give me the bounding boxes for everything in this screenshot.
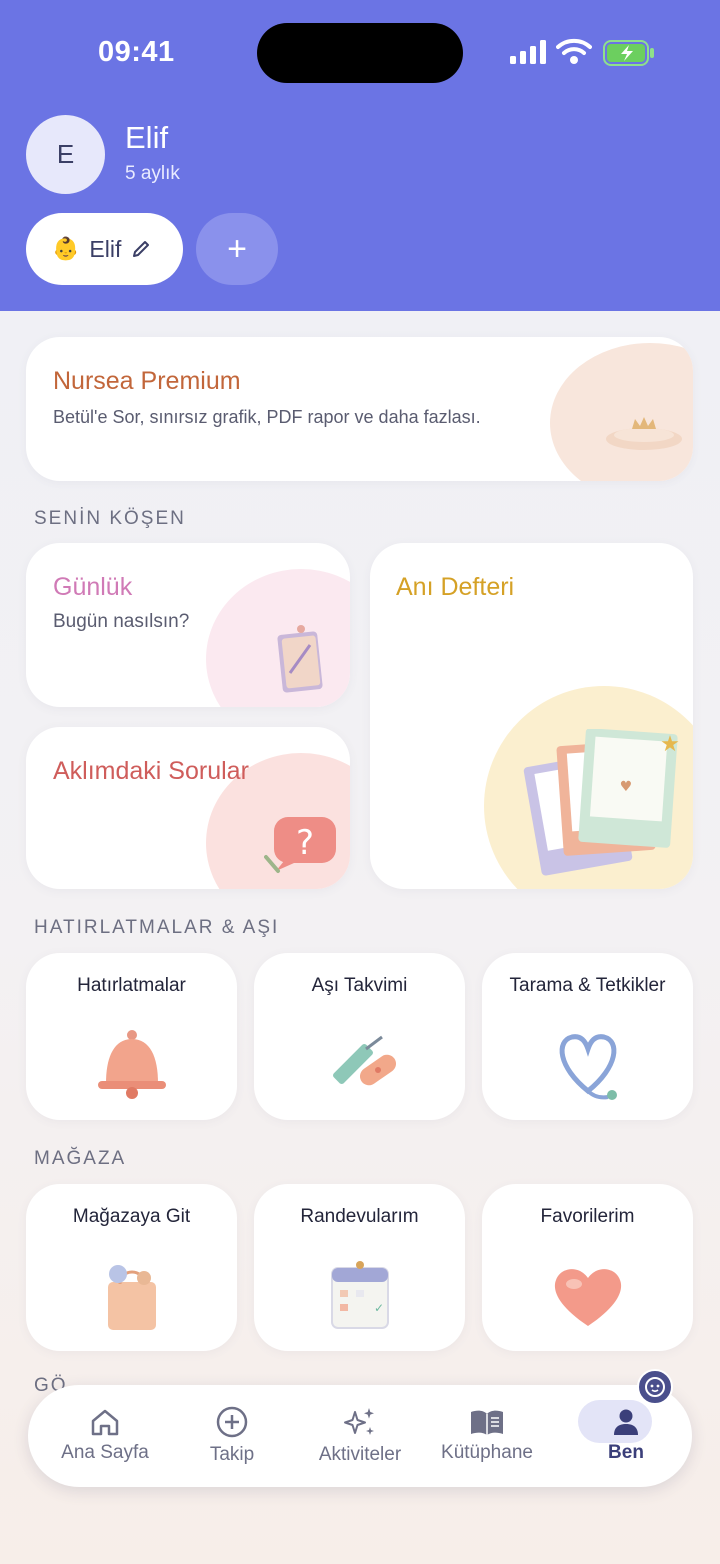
photo-frames-icon: ♥ ★ [523, 729, 680, 876]
premium-subtitle: Betül'e Sor, sınırsız grafik, PDF rapor … [53, 407, 481, 427]
favorites-tile[interactable]: Favorilerim [482, 1184, 693, 1351]
section-store: MAĞAZA [34, 1148, 127, 1169]
question-bubble-icon: ? [264, 817, 336, 873]
child-chip[interactable]: 👶 Elif [26, 213, 183, 285]
book-icon [471, 1410, 503, 1435]
reminders-tile[interactable]: Hatırlatmalar [26, 953, 237, 1120]
notebook-icon [277, 625, 323, 693]
questions-title: Aklımdaki Sorular [53, 757, 249, 785]
profile-name: Elif [125, 120, 169, 155]
screening-label: Tarama & Tetkikler [509, 975, 666, 996]
avatar[interactable]: E [26, 115, 105, 194]
svg-text:?: ? [296, 823, 314, 863]
baby-face-button[interactable] [637, 1369, 673, 1405]
reminders-label: Hatırlatmalar [77, 975, 186, 996]
baby-icon: 👶 [52, 236, 80, 261]
nav-activities[interactable]: Aktiviteler [300, 1385, 420, 1487]
sparkles-icon [344, 1408, 374, 1435]
screening-tile[interactable]: Tarama & Tetkikler [482, 953, 693, 1120]
battery-icon [603, 40, 654, 66]
syringe-icon [333, 1035, 397, 1086]
memory-book-card[interactable]: Anı Defteri ♥ ★ [370, 543, 693, 889]
diary-title: Günlük [53, 573, 133, 601]
premium-card[interactable]: Nursea Premium Betül'e Sor, sınırsız gra… [26, 337, 693, 481]
svg-text:✓: ✓ [374, 1301, 384, 1315]
nav-library-label: Kütüphane [441, 1442, 533, 1463]
pillow-crown-icon [606, 417, 682, 450]
section-corner: SENİN KÖŞEN [34, 508, 186, 529]
home-icon [91, 1409, 119, 1436]
nav-library[interactable]: Kütüphane [427, 1385, 547, 1487]
calendar-icon: ✓ [331, 1261, 389, 1329]
nav-home[interactable]: Ana Sayfa [45, 1385, 165, 1487]
shopping-bag-icon [108, 1265, 156, 1330]
diary-card[interactable]: Günlük Bugün nasılsın? [26, 543, 350, 707]
bell-icon [98, 1030, 166, 1099]
person-icon [614, 1409, 638, 1435]
nav-home-label: Ana Sayfa [61, 1442, 149, 1463]
status-time: 09:41 [98, 36, 175, 68]
nav-me[interactable]: Ben [566, 1385, 686, 1487]
add-child-button[interactable]: + [196, 213, 278, 285]
profile-age: 5 aylık [125, 163, 180, 184]
bottom-nav: Ana Sayfa Takip Aktiviteler Kütüphane Be… [28, 1385, 692, 1487]
dynamic-island [257, 23, 463, 83]
store-label: Mağazaya Git [72, 1206, 191, 1227]
diary-subtitle: Bugün nasılsın? [53, 611, 190, 632]
favorites-label: Favorilerim [540, 1206, 635, 1227]
vaccine-label: Aşı Takvimi [311, 975, 408, 996]
stethoscope-icon [559, 1034, 617, 1100]
wifi-icon [556, 38, 592, 64]
questions-card[interactable]: Aklımdaki Sorular ? [26, 727, 350, 889]
section-reminders: HATIRLATMALAR & AŞI [34, 917, 280, 938]
signal-icon [510, 40, 546, 64]
appointments-tile[interactable]: Randevularım ✓ [254, 1184, 465, 1351]
nav-activities-label: Aktiviteler [318, 1444, 402, 1465]
child-name: Elif [89, 235, 122, 262]
profile-header: 09:41 E Elif 5 aylık 👶 Elif + [0, 0, 720, 311]
baby-face-icon [645, 1377, 665, 1397]
svg-text:★: ★ [660, 732, 680, 757]
appointments-label: Randevularım [300, 1206, 419, 1227]
premium-title: Nursea Premium [53, 367, 241, 395]
pencil-icon [133, 241, 150, 257]
svg-text:♥: ♥ [620, 779, 633, 795]
memory-title: Anı Defteri [396, 573, 515, 601]
plus-circle-icon [216, 1406, 248, 1438]
go-to-store-tile[interactable]: Mağazaya Git [26, 1184, 237, 1351]
nav-me-label: Ben [608, 1442, 644, 1463]
nav-tracking-label: Takip [209, 1444, 255, 1465]
heart-icon [554, 1269, 622, 1326]
vaccine-schedule-tile[interactable]: Aşı Takvimi [254, 953, 465, 1120]
nav-tracking[interactable]: Takip [172, 1385, 292, 1487]
